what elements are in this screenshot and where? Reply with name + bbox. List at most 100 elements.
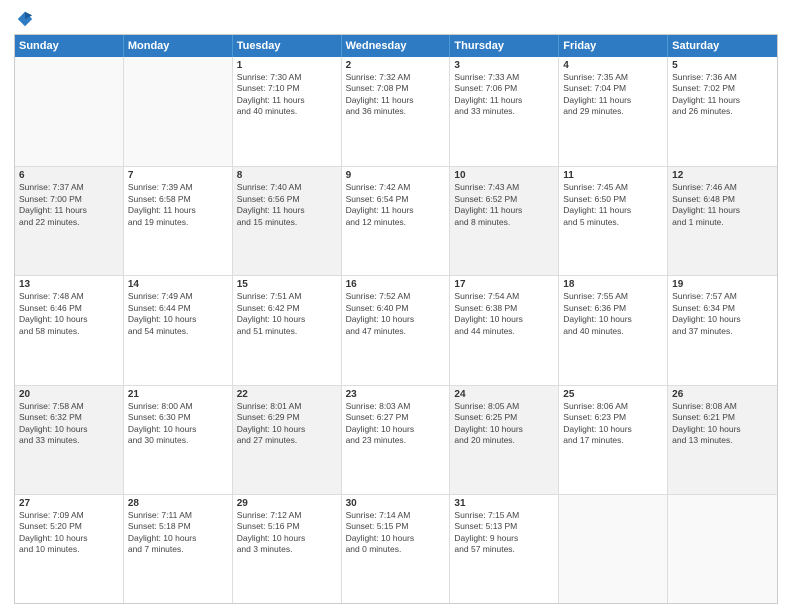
day-number: 31	[454, 498, 554, 509]
day-number: 25	[563, 389, 663, 400]
calendar-cell: 12Sunrise: 7:46 AM Sunset: 6:48 PM Dayli…	[668, 167, 777, 275]
day-info: Sunrise: 7:32 AM Sunset: 7:08 PM Dayligh…	[346, 72, 446, 118]
day-info: Sunrise: 8:00 AM Sunset: 6:30 PM Dayligh…	[128, 401, 228, 447]
day-number: 2	[346, 60, 446, 71]
calendar-cell: 18Sunrise: 7:55 AM Sunset: 6:36 PM Dayli…	[559, 276, 668, 384]
calendar-header-day: Friday	[559, 35, 668, 57]
calendar-cell: 1Sunrise: 7:30 AM Sunset: 7:10 PM Daylig…	[233, 57, 342, 166]
day-number: 15	[237, 279, 337, 290]
day-info: Sunrise: 7:36 AM Sunset: 7:02 PM Dayligh…	[672, 72, 773, 118]
day-info: Sunrise: 7:39 AM Sunset: 6:58 PM Dayligh…	[128, 182, 228, 228]
calendar-body: 1Sunrise: 7:30 AM Sunset: 7:10 PM Daylig…	[15, 57, 777, 603]
calendar-cell: 14Sunrise: 7:49 AM Sunset: 6:44 PM Dayli…	[124, 276, 233, 384]
page: SundayMondayTuesdayWednesdayThursdayFrid…	[0, 0, 792, 612]
day-info: Sunrise: 8:05 AM Sunset: 6:25 PM Dayligh…	[454, 401, 554, 447]
calendar-cell: 20Sunrise: 7:58 AM Sunset: 6:32 PM Dayli…	[15, 386, 124, 494]
calendar-row: 6Sunrise: 7:37 AM Sunset: 7:00 PM Daylig…	[15, 166, 777, 275]
day-number: 24	[454, 389, 554, 400]
day-number: 16	[346, 279, 446, 290]
day-info: Sunrise: 7:45 AM Sunset: 6:50 PM Dayligh…	[563, 182, 663, 228]
calendar-row: 13Sunrise: 7:48 AM Sunset: 6:46 PM Dayli…	[15, 275, 777, 384]
calendar-cell	[124, 57, 233, 166]
day-number: 26	[672, 389, 773, 400]
day-number: 17	[454, 279, 554, 290]
day-number: 12	[672, 170, 773, 181]
calendar-row: 27Sunrise: 7:09 AM Sunset: 5:20 PM Dayli…	[15, 494, 777, 603]
day-info: Sunrise: 8:06 AM Sunset: 6:23 PM Dayligh…	[563, 401, 663, 447]
calendar-header: SundayMondayTuesdayWednesdayThursdayFrid…	[15, 35, 777, 57]
calendar: SundayMondayTuesdayWednesdayThursdayFrid…	[14, 34, 778, 604]
day-info: Sunrise: 7:46 AM Sunset: 6:48 PM Dayligh…	[672, 182, 773, 228]
day-info: Sunrise: 7:33 AM Sunset: 7:06 PM Dayligh…	[454, 72, 554, 118]
calendar-cell: 3Sunrise: 7:33 AM Sunset: 7:06 PM Daylig…	[450, 57, 559, 166]
calendar-cell: 6Sunrise: 7:37 AM Sunset: 7:00 PM Daylig…	[15, 167, 124, 275]
day-info: Sunrise: 7:15 AM Sunset: 5:13 PM Dayligh…	[454, 510, 554, 556]
day-info: Sunrise: 8:08 AM Sunset: 6:21 PM Dayligh…	[672, 401, 773, 447]
calendar-cell: 15Sunrise: 7:51 AM Sunset: 6:42 PM Dayli…	[233, 276, 342, 384]
calendar-header-day: Sunday	[15, 35, 124, 57]
day-info: Sunrise: 7:43 AM Sunset: 6:52 PM Dayligh…	[454, 182, 554, 228]
day-number: 27	[19, 498, 119, 509]
day-number: 22	[237, 389, 337, 400]
calendar-cell: 4Sunrise: 7:35 AM Sunset: 7:04 PM Daylig…	[559, 57, 668, 166]
calendar-header-day: Tuesday	[233, 35, 342, 57]
day-number: 19	[672, 279, 773, 290]
day-info: Sunrise: 7:40 AM Sunset: 6:56 PM Dayligh…	[237, 182, 337, 228]
day-number: 13	[19, 279, 119, 290]
header	[14, 10, 778, 28]
calendar-cell: 27Sunrise: 7:09 AM Sunset: 5:20 PM Dayli…	[15, 495, 124, 603]
day-number: 8	[237, 170, 337, 181]
day-number: 3	[454, 60, 554, 71]
day-number: 23	[346, 389, 446, 400]
day-info: Sunrise: 7:37 AM Sunset: 7:00 PM Dayligh…	[19, 182, 119, 228]
logo-icon	[16, 10, 34, 28]
day-number: 20	[19, 389, 119, 400]
day-info: Sunrise: 7:30 AM Sunset: 7:10 PM Dayligh…	[237, 72, 337, 118]
calendar-header-day: Monday	[124, 35, 233, 57]
day-number: 28	[128, 498, 228, 509]
calendar-cell: 31Sunrise: 7:15 AM Sunset: 5:13 PM Dayli…	[450, 495, 559, 603]
calendar-cell	[668, 495, 777, 603]
calendar-header-day: Thursday	[450, 35, 559, 57]
calendar-row: 1Sunrise: 7:30 AM Sunset: 7:10 PM Daylig…	[15, 57, 777, 166]
calendar-cell: 5Sunrise: 7:36 AM Sunset: 7:02 PM Daylig…	[668, 57, 777, 166]
day-number: 6	[19, 170, 119, 181]
calendar-cell: 30Sunrise: 7:14 AM Sunset: 5:15 PM Dayli…	[342, 495, 451, 603]
calendar-cell: 26Sunrise: 8:08 AM Sunset: 6:21 PM Dayli…	[668, 386, 777, 494]
calendar-cell: 7Sunrise: 7:39 AM Sunset: 6:58 PM Daylig…	[124, 167, 233, 275]
day-info: Sunrise: 7:14 AM Sunset: 5:15 PM Dayligh…	[346, 510, 446, 556]
calendar-cell: 10Sunrise: 7:43 AM Sunset: 6:52 PM Dayli…	[450, 167, 559, 275]
calendar-cell: 11Sunrise: 7:45 AM Sunset: 6:50 PM Dayli…	[559, 167, 668, 275]
day-info: Sunrise: 7:54 AM Sunset: 6:38 PM Dayligh…	[454, 291, 554, 337]
calendar-cell: 2Sunrise: 7:32 AM Sunset: 7:08 PM Daylig…	[342, 57, 451, 166]
day-number: 11	[563, 170, 663, 181]
day-number: 1	[237, 60, 337, 71]
day-number: 30	[346, 498, 446, 509]
calendar-cell: 28Sunrise: 7:11 AM Sunset: 5:18 PM Dayli…	[124, 495, 233, 603]
calendar-row: 20Sunrise: 7:58 AM Sunset: 6:32 PM Dayli…	[15, 385, 777, 494]
calendar-cell: 29Sunrise: 7:12 AM Sunset: 5:16 PM Dayli…	[233, 495, 342, 603]
day-info: Sunrise: 8:03 AM Sunset: 6:27 PM Dayligh…	[346, 401, 446, 447]
day-info: Sunrise: 7:09 AM Sunset: 5:20 PM Dayligh…	[19, 510, 119, 556]
calendar-cell: 25Sunrise: 8:06 AM Sunset: 6:23 PM Dayli…	[559, 386, 668, 494]
calendar-cell	[559, 495, 668, 603]
calendar-cell: 24Sunrise: 8:05 AM Sunset: 6:25 PM Dayli…	[450, 386, 559, 494]
day-info: Sunrise: 7:51 AM Sunset: 6:42 PM Dayligh…	[237, 291, 337, 337]
day-info: Sunrise: 7:49 AM Sunset: 6:44 PM Dayligh…	[128, 291, 228, 337]
day-info: Sunrise: 7:42 AM Sunset: 6:54 PM Dayligh…	[346, 182, 446, 228]
day-info: Sunrise: 8:01 AM Sunset: 6:29 PM Dayligh…	[237, 401, 337, 447]
day-info: Sunrise: 7:35 AM Sunset: 7:04 PM Dayligh…	[563, 72, 663, 118]
day-info: Sunrise: 7:58 AM Sunset: 6:32 PM Dayligh…	[19, 401, 119, 447]
calendar-header-day: Saturday	[668, 35, 777, 57]
day-number: 21	[128, 389, 228, 400]
day-number: 18	[563, 279, 663, 290]
day-info: Sunrise: 7:48 AM Sunset: 6:46 PM Dayligh…	[19, 291, 119, 337]
calendar-cell: 21Sunrise: 8:00 AM Sunset: 6:30 PM Dayli…	[124, 386, 233, 494]
calendar-cell: 16Sunrise: 7:52 AM Sunset: 6:40 PM Dayli…	[342, 276, 451, 384]
day-info: Sunrise: 7:12 AM Sunset: 5:16 PM Dayligh…	[237, 510, 337, 556]
day-number: 10	[454, 170, 554, 181]
day-number: 7	[128, 170, 228, 181]
logo	[14, 10, 34, 28]
day-info: Sunrise: 7:11 AM Sunset: 5:18 PM Dayligh…	[128, 510, 228, 556]
calendar-cell: 22Sunrise: 8:01 AM Sunset: 6:29 PM Dayli…	[233, 386, 342, 494]
